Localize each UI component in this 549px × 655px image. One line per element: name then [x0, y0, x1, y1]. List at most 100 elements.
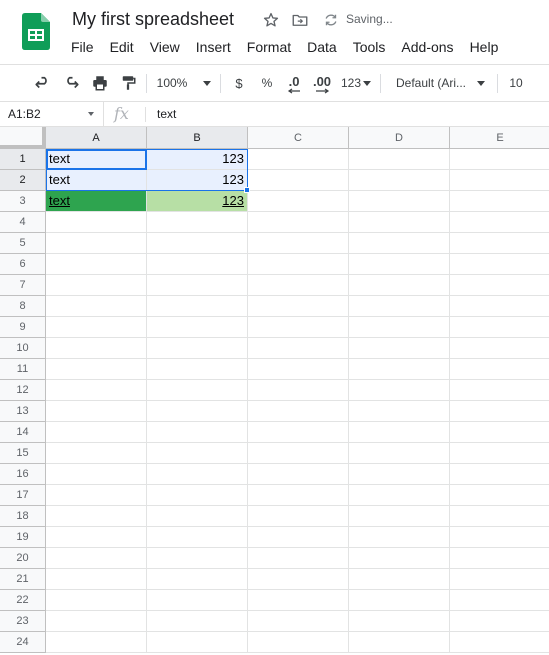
cell-c13[interactable]	[248, 401, 349, 422]
cell-c10[interactable]	[248, 338, 349, 359]
row-header-24[interactable]: 24	[0, 632, 46, 653]
cell-a18[interactable]	[46, 506, 147, 527]
cell-c6[interactable]	[248, 254, 349, 275]
row-header-12[interactable]: 12	[0, 380, 46, 401]
cell-a20[interactable]	[46, 548, 147, 569]
cell-b3[interactable]: 123	[147, 191, 248, 212]
cell-e21[interactable]	[450, 569, 549, 590]
cell-b1[interactable]: 123	[147, 149, 248, 170]
zoom-select[interactable]: 100%	[154, 65, 214, 101]
cell-c5[interactable]	[248, 233, 349, 254]
column-header-b[interactable]: B	[147, 127, 248, 149]
row-header-13[interactable]: 13	[0, 401, 46, 422]
row-header-8[interactable]: 8	[0, 296, 46, 317]
cell-d16[interactable]	[349, 464, 450, 485]
star-icon[interactable]	[262, 11, 280, 29]
cell-c12[interactable]	[248, 380, 349, 401]
cell-d4[interactable]	[349, 212, 450, 233]
cell-c17[interactable]	[248, 485, 349, 506]
menu-add-ons[interactable]: Add-ons	[393, 37, 461, 57]
cell-b2[interactable]: 123	[147, 170, 248, 191]
column-header-c[interactable]: C	[248, 127, 349, 149]
cell-b10[interactable]	[147, 338, 248, 359]
cell-d10[interactable]	[349, 338, 450, 359]
cell-a16[interactable]	[46, 464, 147, 485]
cell-a4[interactable]	[46, 212, 147, 233]
cell-d6[interactable]	[349, 254, 450, 275]
cell-d5[interactable]	[349, 233, 450, 254]
undo-button[interactable]	[30, 65, 56, 101]
menu-help[interactable]: Help	[462, 37, 507, 57]
cell-e10[interactable]	[450, 338, 549, 359]
cell-b9[interactable]	[147, 317, 248, 338]
cell-c1[interactable]	[248, 149, 349, 170]
row-header-11[interactable]: 11	[0, 359, 46, 380]
cell-a24[interactable]	[46, 632, 147, 653]
cell-a7[interactable]	[46, 275, 147, 296]
cell-c21[interactable]	[248, 569, 349, 590]
redo-button[interactable]	[58, 65, 84, 101]
cell-d11[interactable]	[349, 359, 450, 380]
fill-handle[interactable]	[244, 187, 250, 193]
cell-d20[interactable]	[349, 548, 450, 569]
cell-c22[interactable]	[248, 590, 349, 611]
cell-a10[interactable]	[46, 338, 147, 359]
cell-e22[interactable]	[450, 590, 549, 611]
row-header-9[interactable]: 9	[0, 317, 46, 338]
cell-c14[interactable]	[248, 422, 349, 443]
menu-edit[interactable]: Edit	[102, 37, 142, 57]
cell-e14[interactable]	[450, 422, 549, 443]
cell-c7[interactable]	[248, 275, 349, 296]
cell-a6[interactable]	[46, 254, 147, 275]
cell-d13[interactable]	[349, 401, 450, 422]
cell-b18[interactable]	[147, 506, 248, 527]
cell-e3[interactable]	[450, 191, 549, 212]
font-size-select[interactable]: 10	[503, 65, 529, 101]
chevron-down-icon[interactable]	[88, 112, 94, 116]
cell-a5[interactable]	[46, 233, 147, 254]
row-header-1[interactable]: 1	[0, 149, 46, 170]
cell-d14[interactable]	[349, 422, 450, 443]
formula-input[interactable]: text	[157, 102, 176, 126]
menu-insert[interactable]: Insert	[188, 37, 239, 57]
cell-c11[interactable]	[248, 359, 349, 380]
cell-b11[interactable]	[147, 359, 248, 380]
cell-e16[interactable]	[450, 464, 549, 485]
row-header-2[interactable]: 2	[0, 170, 46, 191]
cell-d9[interactable]	[349, 317, 450, 338]
cell-e17[interactable]	[450, 485, 549, 506]
cell-d12[interactable]	[349, 380, 450, 401]
move-to-folder-icon[interactable]	[291, 11, 309, 29]
cell-a17[interactable]	[46, 485, 147, 506]
cell-a15[interactable]	[46, 443, 147, 464]
row-header-5[interactable]: 5	[0, 233, 46, 254]
row-header-16[interactable]: 16	[0, 464, 46, 485]
cell-c15[interactable]	[248, 443, 349, 464]
cell-e13[interactable]	[450, 401, 549, 422]
row-header-20[interactable]: 20	[0, 548, 46, 569]
cell-d24[interactable]	[349, 632, 450, 653]
row-header-21[interactable]: 21	[0, 569, 46, 590]
cell-e18[interactable]	[450, 506, 549, 527]
select-all-corner[interactable]	[0, 127, 46, 149]
document-title[interactable]: My first spreadsheet	[72, 9, 234, 30]
cell-b5[interactable]	[147, 233, 248, 254]
cell-e5[interactable]	[450, 233, 549, 254]
cell-a13[interactable]	[46, 401, 147, 422]
more-formats-button[interactable]: 123	[338, 65, 374, 101]
cell-a2[interactable]: text	[46, 170, 147, 191]
cell-e9[interactable]	[450, 317, 549, 338]
cell-a22[interactable]	[46, 590, 147, 611]
row-header-15[interactable]: 15	[0, 443, 46, 464]
cell-c23[interactable]	[248, 611, 349, 632]
cell-b23[interactable]	[147, 611, 248, 632]
cell-b14[interactable]	[147, 422, 248, 443]
row-header-19[interactable]: 19	[0, 527, 46, 548]
menu-data[interactable]: Data	[299, 37, 345, 57]
cell-c2[interactable]	[248, 170, 349, 191]
cell-d8[interactable]	[349, 296, 450, 317]
cell-b22[interactable]	[147, 590, 248, 611]
cell-d19[interactable]	[349, 527, 450, 548]
cell-d7[interactable]	[349, 275, 450, 296]
percent-format-button[interactable]: %	[256, 65, 278, 101]
